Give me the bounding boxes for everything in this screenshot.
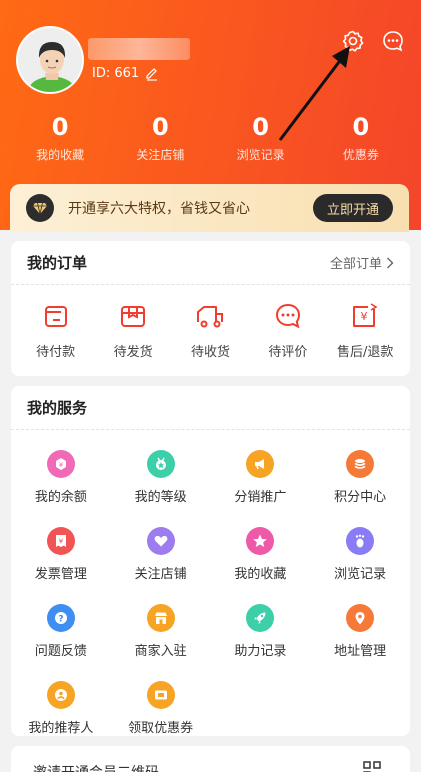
service-boost-records[interactable]: 助力记录 [211,604,311,659]
wallet-icon [44,306,67,327]
service-points[interactable]: 积分中心 [310,450,410,505]
coupon-icon [146,681,175,709]
service-label: 我的推荐人 [28,721,94,736]
all-orders-link[interactable]: 全部订单 [330,253,394,272]
service-label: 积分中心 [334,490,387,505]
referrer-icon [46,681,75,709]
order-pending-review[interactable]: 待评价 [250,301,326,360]
service-label: 助力记录 [234,644,287,659]
stat-history[interactable]: 0 浏览记录 [216,112,306,163]
stat-label: 优惠券 [342,148,379,162]
points-icon [346,450,375,478]
order-pending-shipment[interactable]: 待发货 [95,301,171,360]
services-card: 我的服务 ¥ 我的余额 我的等级 分销推广 积分中心 ¥ 发票管理 关注店铺 我… [11,386,410,736]
stat-label: 我的收藏 [36,148,85,162]
stat-followed-shops[interactable]: 0 关注店铺 [115,112,205,163]
heart-icon [146,527,175,555]
service-claim-coupon[interactable]: 领取优惠券 [111,681,211,736]
order-label: 待发货 [113,345,153,360]
stats-row: 0 我的收藏 0 关注店铺 0 浏览记录 0 优惠券 [0,112,421,163]
star-icon [246,527,275,555]
service-label: 问题反馈 [34,644,87,659]
edit-icon[interactable] [145,67,159,81]
services-title: 我的服务 [27,399,88,417]
service-balance[interactable]: ¥ 我的余额 [11,450,111,505]
all-orders-label: 全部订单 [329,257,382,272]
vip-banner[interactable]: 开通享六大特权，省钱又省心 立即开通 [10,184,409,232]
stat-coupons[interactable]: 0 优惠券 [316,112,406,163]
question-icon: ? [46,604,75,632]
svg-text:¥: ¥ [59,538,64,546]
comment-icon [275,303,300,329]
message-icon[interactable] [381,29,405,53]
invite-qr-card[interactable]: 邀请开通会员二维码 [11,746,410,772]
megaphone-icon [246,450,275,478]
orders-title: 我的订单 [27,254,88,272]
service-label: 我的等级 [134,490,187,505]
stat-label: 关注店铺 [136,148,185,162]
svg-text:¥: ¥ [361,310,368,323]
username-blurred [88,38,190,60]
services-header: 我的服务 [11,386,410,430]
truck-icon [197,306,224,328]
stat-value: 0 [152,113,169,141]
order-pending-receipt[interactable]: 待收货 [172,301,248,360]
service-label: 我的收藏 [234,567,287,582]
store-icon [146,604,175,632]
service-favorites[interactable]: 我的收藏 [211,527,311,582]
svg-text:?: ? [58,615,63,625]
user-id: ID: 661 [92,66,140,81]
stat-value: 0 [352,113,370,141]
order-status-row: 待付款 待发货 待收货 待评价 ¥ 售后/退款 [11,285,410,360]
service-feedback[interactable]: ? 问题反馈 [11,604,111,659]
service-label: 关注店铺 [134,567,187,582]
service-label: 分销推广 [234,490,287,505]
service-invoice[interactable]: ¥ 发票管理 [11,527,111,582]
order-label: 待收货 [190,345,230,360]
order-label: 待评价 [268,345,308,360]
order-label: 待付款 [36,345,76,360]
service-followed-shops[interactable]: 关注店铺 [111,527,211,582]
invite-text: 邀请开通会员二维码 [33,762,388,772]
service-distribution[interactable]: 分销推广 [211,450,311,505]
stat-value: 0 [252,113,269,141]
vip-text: 开通享六大特权，省钱又省心 [68,201,250,217]
balance-icon: ¥ [46,450,75,478]
vip-open-button[interactable]: 立即开通 [312,194,393,222]
invoice-icon: ¥ [46,527,75,555]
refund-icon: ¥ [353,303,378,327]
orders-header: 我的订单 全部订单 [11,241,410,285]
service-label: 我的余额 [34,490,87,505]
orders-card: 我的订单 全部订单 待付款 待发货 待收货 待评价 ¥ 售后/退款 [11,241,410,376]
chevron-right-icon [387,257,394,268]
user-id-row: ID: 661 [92,66,159,81]
order-pending-payment[interactable]: 待付款 [18,301,94,360]
service-address[interactable]: 地址管理 [310,604,410,659]
location-icon [346,604,375,632]
rocket-icon [246,604,275,632]
stat-favorites[interactable]: 0 我的收藏 [15,112,105,163]
service-merchant-join[interactable]: 商家入驻 [111,604,211,659]
service-label: 发票管理 [34,567,87,582]
stat-value: 0 [51,113,69,141]
service-level[interactable]: 我的等级 [111,450,211,505]
services-grid: ¥ 我的余额 我的等级 分销推广 积分中心 ¥ 发票管理 关注店铺 我的收藏 浏… [11,430,410,754]
level-icon [146,450,175,478]
box-icon [121,306,146,327]
order-after-sales[interactable]: ¥ 售后/退款 [327,301,403,360]
service-label: 领取优惠券 [128,721,194,736]
service-history[interactable]: 浏览记录 [310,527,410,582]
order-label: 售后/退款 [337,345,394,360]
service-label: 浏览记录 [334,567,387,582]
service-label: 商家入驻 [134,644,187,659]
stat-label: 浏览记录 [236,148,285,162]
diamond-icon [26,194,54,222]
footprint-icon [346,527,375,555]
service-referrer[interactable]: 我的推荐人 [11,681,111,736]
avatar[interactable] [16,26,84,94]
qr-code-icon [363,761,381,772]
svg-text:¥: ¥ [59,461,64,469]
service-label: 地址管理 [334,644,387,659]
